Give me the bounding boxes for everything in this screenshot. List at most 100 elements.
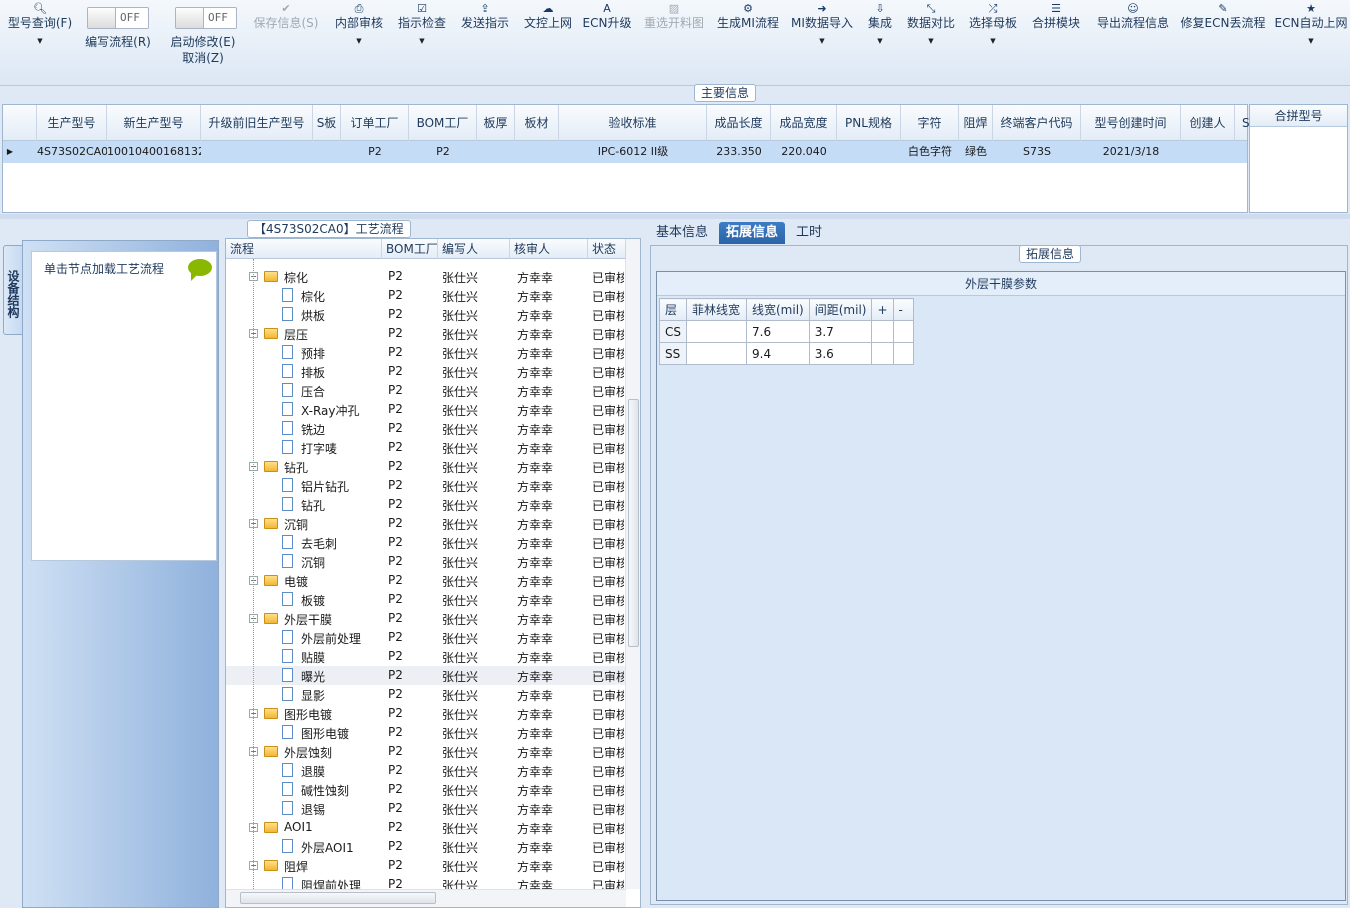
add-column-button[interactable]: + [871,298,894,321]
toolbar-button[interactable]: A ECN升级 [582,0,632,70]
tab-1[interactable]: 拓展信息 [719,222,786,244]
toolbar-button[interactable]: ★ ECN自动上网 ▼ [1272,0,1350,70]
ext-cell[interactable] [686,320,747,343]
toolbar-button[interactable]: ⤡ 数据对比 ▼ [902,0,960,70]
ext-cell[interactable] [871,342,894,365]
grid-cell[interactable]: 220.040 [771,141,837,163]
toolbar-button[interactable]: ✎ 修复ECN丢流程 [1178,0,1268,70]
toolbar-button[interactable]: ⤮ 选择母板 ▼ [964,0,1022,70]
toolbar-button[interactable]: ☺ 导出流程信息 [1090,0,1176,70]
column-header[interactable]: 板材 [515,105,559,141]
toolbar-button[interactable]: ☁ 文控上网 [517,0,579,70]
tree-row[interactable]: 预排 P2 张仕兴 方幸幸 已审核 [226,343,626,362]
write-flow-toggle[interactable]: OFF [87,7,149,29]
grid-cell[interactable]: IPC-6012 II级 [559,141,707,163]
cancel-label[interactable]: 取消(Z) [165,50,241,66]
column-header[interactable]: PNL规格 [837,105,901,141]
toolbar-button[interactable]: ✔ 保存信息(S) [246,0,326,70]
dropdown-arrow-icon[interactable]: ▼ [862,37,898,45]
grid-cell[interactable] [201,141,313,163]
toolbar-button[interactable]: ☑ 指示检查 ▼ [393,0,451,70]
tree-column-header[interactable]: 编写人 [438,239,510,259]
tree-row[interactable]: 压合 P2 张仕兴 方幸幸 已审核 [226,381,626,400]
tree-row[interactable]: −沉铜P2张仕兴方幸幸已审核 [226,514,626,533]
toolbar-button[interactable]: ☰ 合拼模块 [1028,0,1084,70]
dropdown-arrow-icon[interactable]: ▼ [964,37,1022,45]
grid-cell[interactable]: 绿色 [959,141,993,163]
grid-cell[interactable] [837,141,901,163]
dropdown-arrow-icon[interactable]: ▼ [328,37,390,45]
column-header[interactable]: S板 [313,105,341,141]
tree-row[interactable]: 贴膜 P2 张仕兴 方幸幸 已审核 [226,647,626,666]
tree-row[interactable]: 曝光 P2 张仕兴 方幸幸 已审核 [226,666,626,685]
tree-row[interactable]: 退锡 P2 张仕兴 方幸幸 已审核 [226,799,626,818]
grid-cell[interactable]: 233.350 [707,141,771,163]
scroll-thumb[interactable] [628,399,639,647]
horizontal-scrollbar[interactable] [226,889,626,907]
toolbar-button[interactable]: ⇪ 发送指示 [455,0,515,70]
tree-row[interactable]: −外层干膜P2张仕兴方幸幸已审核 [226,609,626,628]
tree-row[interactable]: 沉铜 P2 张仕兴 方幸幸 已审核 [226,552,626,571]
column-header[interactable]: 生产型号 [37,105,107,141]
ext-cell[interactable]: 3.6 [808,342,873,365]
tree-row[interactable]: −棕化P2张仕兴方幸幸已审核 [226,267,626,286]
grid-cell[interactable]: P2 [409,141,477,163]
start-modify-toggle[interactable]: OFF [175,7,237,29]
tree-row[interactable]: −钻孔P2张仕兴方幸幸已审核 [226,457,626,476]
tree-row[interactable]: 碱性蚀刻 P2 张仕兴 方幸幸 已审核 [226,780,626,799]
column-header[interactable]: 订单工厂 [341,105,409,141]
tree-row[interactable]: −电镀P2张仕兴方幸幸已审核 [226,571,626,590]
tree-row[interactable]: −层压P2张仕兴方幸幸已审核 [226,324,626,343]
column-header[interactable]: 验收标准 [559,105,707,141]
tree-row[interactable]: 板镀 P2 张仕兴 方幸幸 已审核 [226,590,626,609]
toolbar-button[interactable]: ⎙ 内部审核 ▼ [328,0,390,70]
column-header[interactable]: 型号创建时间 [1081,105,1181,141]
toolbar-button[interactable]: 🔍︎ 型号查询(F) ▼ [0,0,80,70]
tree-row[interactable]: 外层前处理 P2 张仕兴 方幸幸 已审核 [226,628,626,647]
tree-column-header[interactable]: 流程 [226,239,382,259]
column-header[interactable]: 板厚 [477,105,515,141]
column-header[interactable]: 阻焊 [959,105,993,141]
dropdown-arrow-icon[interactable]: ▼ [902,37,960,45]
ext-cell[interactable] [871,320,894,343]
grid-cell[interactable] [1181,141,1235,163]
tree-row[interactable]: −AOI1P2张仕兴方幸幸已审核 [226,818,626,837]
tree-row[interactable]: −图形电镀P2张仕兴方幸幸已审核 [226,704,626,723]
ext-cell[interactable]: 7.6 [746,320,810,343]
tree-row[interactable]: 外层AOI1 P2 张仕兴 方幸幸 已审核 [226,837,626,856]
remove-column-button[interactable]: - [892,298,914,321]
tree-row[interactable]: X-Ray冲孔 P2 张仕兴 方幸幸 已审核 [226,400,626,419]
tree-row[interactable]: 烘板 P2 张仕兴 方幸幸 已审核 [226,305,626,324]
column-header[interactable]: 新生产型号 [107,105,201,141]
grid-cell[interactable]: 10010400168132 [107,141,201,163]
column-header[interactable]: 成品长度 [707,105,771,141]
grid-cell[interactable]: 2021/3/18 [1081,141,1181,163]
dropdown-arrow-icon[interactable]: ▼ [1272,37,1350,45]
ext-cell[interactable]: 3.7 [808,320,873,343]
ext-cell[interactable] [686,342,747,365]
tree-row[interactable]: 打字唛 P2 张仕兴 方幸幸 已审核 [226,438,626,457]
column-header[interactable]: BOM工厂 [409,105,477,141]
tree-row[interactable]: −阻焊P2张仕兴方幸幸已审核 [226,856,626,875]
grid-cell[interactable]: 4S73S02CA0 [37,141,107,163]
tree-column-header[interactable]: 核审人 [510,239,588,259]
toolbar-button[interactable]: ⚙ 生成MI流程 [714,0,782,70]
tree-row[interactable]: 显影 P2 张仕兴 方幸幸 已审核 [226,685,626,704]
tree-column-header[interactable]: BOM工厂 [382,239,438,259]
tree-row[interactable]: 钻孔 P2 张仕兴 方幸幸 已审核 [226,495,626,514]
tree-row[interactable]: 棕化 P2 张仕兴 方幸幸 已审核 [226,286,626,305]
grid-cell[interactable] [477,141,515,163]
tree-row[interactable]: 铣边 P2 张仕兴 方幸幸 已审核 [226,419,626,438]
ext-cell[interactable] [892,342,914,365]
grid-cell[interactable] [313,141,341,163]
tab-0[interactable]: 基本信息 [649,222,715,244]
tree-row[interactable]: 退膜 P2 张仕兴 方幸幸 已审核 [226,761,626,780]
grid-cell[interactable]: P2 [341,141,409,163]
toolbar-button[interactable]: ⇩ 集成 ▼ [862,0,898,70]
device-structure-tab[interactable]: 设备结构 [3,245,23,335]
tree-row[interactable]: 去毛刺 P2 张仕兴 方幸幸 已审核 [226,533,626,552]
column-header[interactable]: 升级前旧生产型号 [201,105,313,141]
toolbar-button[interactable]: ▨ 重选开料图 [638,0,710,70]
grid-cell[interactable]: 白色字符 [901,141,959,163]
column-header[interactable]: 终端客户代码 [993,105,1081,141]
